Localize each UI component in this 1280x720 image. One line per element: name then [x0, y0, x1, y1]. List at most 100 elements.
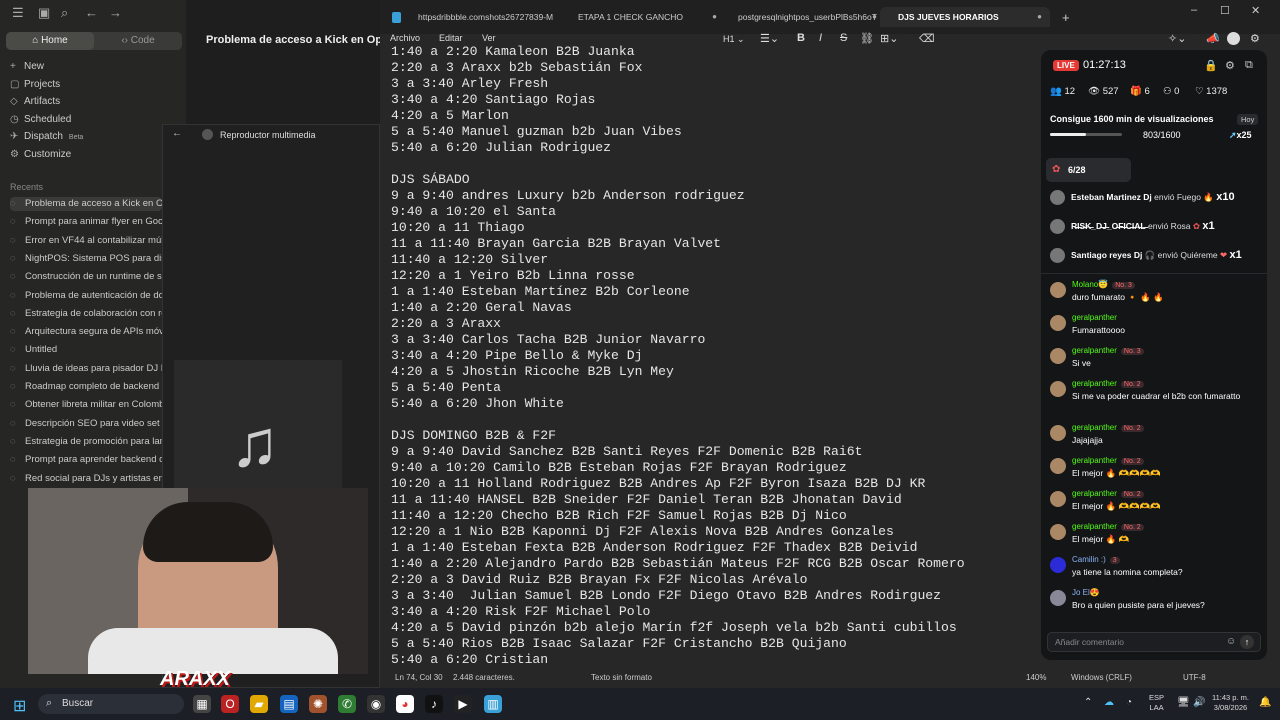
- cloud-icon[interactable]: ☁: [1104, 697, 1114, 708]
- chat-username[interactable]: Jo El😍: [1072, 588, 1100, 597]
- wifi-icon[interactable]: ◔: [1126, 697, 1132, 708]
- recent-item[interactable]: ◌ NightPOS: Sistema POS para disc: [10, 252, 162, 266]
- whatsapp-icon[interactable]: ✆: [338, 695, 356, 713]
- recent-item[interactable]: ◌ Estrategia de promoción para lanz: [10, 435, 162, 449]
- settings-gear-icon[interactable]: ⚙: [1225, 59, 1235, 72]
- avatar[interactable]: [1050, 524, 1066, 540]
- language-indicator[interactable]: ESP LAA: [1149, 693, 1164, 713]
- avatar[interactable]: [1050, 557, 1066, 573]
- github-icon[interactable]: ◉: [367, 695, 385, 713]
- opera-icon[interactable]: O: [221, 695, 239, 713]
- recent-item[interactable]: ◌ Descripción SEO para video set d: [10, 417, 162, 431]
- network-icon[interactable]: 🖥: [1177, 697, 1190, 708]
- recent-item[interactable]: ◌ Lluvia de ideas para pisador DJ B2: [10, 362, 162, 376]
- taskbar-search[interactable]: [38, 694, 184, 714]
- avatar[interactable]: [1050, 348, 1066, 364]
- recent-item[interactable]: ◌ Red social para DJs y artistas emer: [10, 472, 162, 486]
- search-icon[interactable]: ⌕: [61, 5, 68, 21]
- recent-item[interactable]: ◌ Prompt para aprender backend de: [10, 453, 162, 467]
- avatar[interactable]: [1050, 458, 1066, 474]
- send-icon[interactable]: ↑: [1240, 635, 1254, 649]
- chat-username[interactable]: geralpanther No. 2: [1072, 379, 1144, 388]
- strikethrough-icon[interactable]: S: [840, 32, 847, 44]
- code-tab[interactable]: ‹› Code: [94, 32, 182, 50]
- recent-item[interactable]: ◌ Roadmap completo de backend de: [10, 380, 162, 394]
- tab-etapa[interactable]: ETAPA 1 CHECK GANCHO ●: [560, 7, 725, 27]
- zoom-level[interactable]: 140%: [1026, 673, 1046, 682]
- chat-username[interactable]: geralpanther No. 3: [1072, 346, 1144, 355]
- settings-gear-icon[interactable]: ⚙: [1250, 32, 1260, 45]
- italic-icon[interactable]: I: [819, 32, 822, 44]
- forward-arrow-icon[interactable]: →: [109, 5, 122, 20]
- avatar[interactable]: [1050, 425, 1066, 441]
- chevron-up-icon[interactable]: ⌃: [1084, 697, 1092, 708]
- emoji-icon[interactable]: ☺: [1226, 636, 1236, 647]
- chat-username[interactable]: geralpanther No. 2: [1072, 522, 1144, 531]
- avatar[interactable]: [1050, 315, 1066, 331]
- media-player-icon[interactable]: ▶: [454, 695, 472, 713]
- chat-username[interactable]: geralpanther No. 2: [1072, 456, 1144, 465]
- back-arrow-icon[interactable]: ←: [172, 128, 182, 139]
- chrome-icon[interactable]: ◕: [396, 695, 414, 713]
- maximize-icon[interactable]: ☐: [1220, 4, 1230, 17]
- notification-icon[interactable]: 🔔: [1259, 697, 1271, 708]
- new-tab-button[interactable]: +: [1062, 10, 1070, 25]
- menu-archivo[interactable]: Archivo: [390, 33, 420, 43]
- task-view-icon[interactable]: ▦: [193, 695, 211, 713]
- encoding[interactable]: UTF-8: [1183, 673, 1206, 682]
- notepad-icon[interactable]: ▥: [484, 695, 502, 713]
- avatar[interactable]: [1050, 590, 1066, 606]
- chat-username[interactable]: geralpanther No. 2: [1072, 489, 1144, 498]
- close-icon[interactable]: ✕: [1251, 4, 1260, 17]
- recent-item[interactable]: ◌ Problema de acceso a Kick en Ope: [10, 197, 162, 211]
- sidebar-toggle-icon[interactable]: ▣: [38, 5, 50, 21]
- chat-username[interactable]: geralpanther: [1072, 313, 1117, 322]
- nav-item-customize[interactable]: ⚙ Customize: [10, 148, 71, 162]
- tab-djs-jueves[interactable]: DJS JUEVES HORARIOS ●: [880, 7, 1050, 27]
- nav-item-artifacts[interactable]: ◇ Artifacts: [10, 95, 60, 109]
- back-arrow-icon[interactable]: ←: [85, 5, 98, 20]
- tab-dribbble[interactable]: httpsdribbble.comshots26727839-M: [400, 7, 570, 27]
- file-explorer-icon[interactable]: ▰: [250, 695, 268, 713]
- line-ending[interactable]: Windows (CRLF): [1071, 673, 1132, 682]
- recent-item[interactable]: ◌ Error en VF44 al contabilizar múlt: [10, 234, 162, 248]
- account-avatar[interactable]: [1227, 32, 1240, 45]
- tab-postgresql[interactable]: postgresqlnightpos_userbPlBs5h6oT ●: [720, 7, 885, 27]
- recent-item[interactable]: ◌ Construcción de un runtime de sig: [10, 270, 162, 284]
- nav-item-scheduled[interactable]: ◷ Scheduled: [10, 113, 71, 127]
- clock[interactable]: 11:43 p. m. 3/08/2026: [1212, 693, 1249, 713]
- menu-ver[interactable]: Ver: [482, 33, 496, 43]
- home-tab[interactable]: ⌂ Home: [6, 32, 94, 50]
- recent-item[interactable]: ◌ Obtener libreta militar en Colomb: [10, 398, 162, 412]
- recent-item[interactable]: ◌ Problema de autenticación de dos: [10, 289, 162, 303]
- chat-username[interactable]: geralpanther No. 2: [1072, 423, 1144, 432]
- unsaved-dot-icon[interactable]: ●: [1037, 7, 1042, 27]
- recent-item[interactable]: ◌ Estrategia de colaboración con rol: [10, 307, 162, 321]
- claude-icon[interactable]: ✺: [309, 695, 327, 713]
- avatar[interactable]: [1050, 491, 1066, 507]
- avatar[interactable]: [1050, 381, 1066, 397]
- windows-start-icon[interactable]: ⊞: [13, 696, 26, 716]
- menu-editar[interactable]: Editar: [439, 33, 463, 43]
- popout-icon[interactable]: ⧉: [1245, 59, 1253, 72]
- chat-username[interactable]: Camilin :) 3: [1072, 555, 1120, 564]
- recent-item[interactable]: ◌ Arquitectura segura de APIs móvi: [10, 325, 162, 339]
- nav-item-projects[interactable]: ▢ Projects: [10, 78, 60, 92]
- nav-item-dispatch[interactable]: ✈ Dispatch Beta: [10, 130, 83, 144]
- lock-icon[interactable]: 🔒: [1204, 59, 1218, 72]
- minimize-icon[interactable]: –: [1191, 4, 1197, 16]
- text-editor[interactable]: 1:40 a 2:20 Kamaleon B2B Juanka 2:20 a 3 …: [391, 44, 1041, 670]
- unsaved-dot-icon[interactable]: ●: [872, 7, 877, 27]
- avatar[interactable]: [1050, 282, 1066, 298]
- volume-icon[interactable]: 🔊: [1193, 697, 1205, 708]
- recent-item[interactable]: ◌ Prompt para animar flyer en Goog: [10, 215, 162, 229]
- tiktok-icon[interactable]: ♪: [425, 695, 443, 713]
- megaphone-icon[interactable]: 📣: [1206, 32, 1220, 45]
- copilot-icon[interactable]: ✧⌄: [1168, 32, 1186, 45]
- recent-item[interactable]: ◌ Untitled: [10, 343, 162, 357]
- chat-username[interactable]: Molano😇 No. 3: [1072, 280, 1135, 289]
- store-icon[interactable]: ▤: [280, 695, 298, 713]
- unsaved-dot-icon[interactable]: ●: [712, 7, 717, 27]
- bold-icon[interactable]: B: [797, 32, 805, 44]
- nav-item-new[interactable]: + New: [10, 60, 44, 74]
